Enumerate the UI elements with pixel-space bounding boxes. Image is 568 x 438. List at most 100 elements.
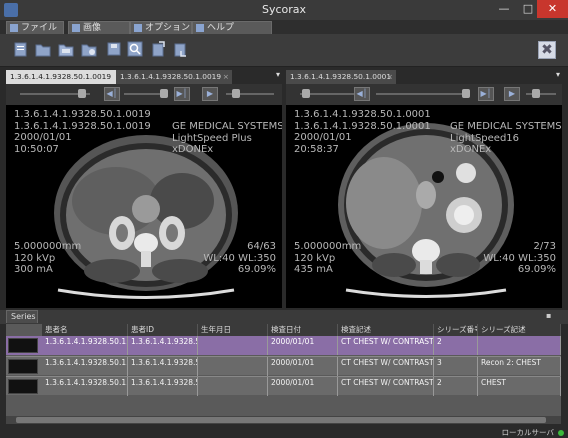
ct-image-right[interactable]: 1.3.6.1.4.1.9328.50.1.0001 1.3.6.1.4.1.93… [286,105,562,308]
viewer-pane-right[interactable]: ◀│ ▶│ ▶ 1.3.6.1.4.1.9328.50.1.0001 1.3.6.… [286,84,562,308]
overlay-top-left: 1.3.6.1.4.1.9328.50.1.0019 1.3.6.1.4.1.93… [14,109,151,155]
window-level-text: WL:40 WL:350 [203,252,276,264]
tab-dropdown-icon[interactable]: ▾ [276,70,280,79]
table-row[interactable]: 1.3.6.1.4.1.9328.50.1.0 1.3.6.1.4.1.9328… [6,336,561,355]
birth-date-cell [198,336,268,355]
series-table: 患者名 患者ID 生年月日 検査日付 検査記述 シリーズ番号 シリーズ記述 1.… [6,324,561,416]
image-index-text: 64/63 [247,241,276,252]
viewer-pane-left[interactable]: ◀│ ▶│ ▶ 1.3.6.1.4.1.9328.50.1.0019 1.3.6.… [6,84,282,308]
right-tab-strip: 1.3.6.1.4.1.9328.50.1.0001 × [286,70,562,84]
menu-file-label: ファイル [21,23,58,33]
menu-options[interactable]: オプション [130,21,192,34]
study-time-text: 10:50:07 [14,143,59,155]
left-tab-strip: 1.3.6.1.4.1.9328.50.1.0019 1.3.6.1.4.1.9… [6,70,282,84]
tab-close-icon[interactable]: × [223,70,229,84]
open-file-icon[interactable] [12,40,30,58]
cine-controls: ◀│ ▶│ ▶ [6,84,282,105]
tab-right-1[interactable]: 1.3.6.1.4.1.9328.50.1.0001 × [286,70,396,84]
series-description-cell: Recon 2: CHEST [478,357,561,376]
frame-slider-handle[interactable] [78,89,86,98]
zoom-slider-handle[interactable] [232,89,240,98]
kvp-text: 120 kVp [14,252,56,264]
speed-slider[interactable] [376,93,466,95]
menu-help[interactable]: ヘルプ [192,21,272,34]
speed-slider-handle[interactable] [462,89,470,98]
table-row[interactable]: 1.3.6.1.4.1.9328.50.1.0 1.3.6.1.4.1.9328… [6,376,561,396]
column-header-series-description[interactable]: シリーズ記述 [478,324,561,336]
overlay-bottom-left: 5.000000mm 120 kVp 435 mA [294,241,361,276]
overlay-bottom-right: 2/73 WL:40 WL:350 69.09% [483,241,556,276]
speed-slider[interactable] [124,93,164,95]
zoom-slider-handle[interactable] [532,89,540,98]
study-description-cell: CT CHEST W/ CONTRAST [338,357,434,376]
tab-label: 1.3.6.1.4.1.9328.50.1.0019 [10,72,112,81]
patient-id-cell: 1.3.6.1.4.1.9328.5 [128,377,198,396]
play-button[interactable]: ▶ [202,87,218,101]
horizontal-scrollbar[interactable] [6,416,561,424]
zoom-text: 69.09% [517,264,556,275]
column-header-series-number[interactable]: シリーズ番号 [434,324,478,336]
study-date-cell: 2000/01/01 [268,336,338,355]
tab-left-1[interactable]: 1.3.6.1.4.1.9328.50.1.0019 [6,70,116,84]
open-folder-icon[interactable] [34,40,52,58]
kvp-text: 120 kVp [294,252,336,264]
open-dicomdir-icon[interactable] [80,40,98,58]
minimize-button[interactable]: — [491,0,517,18]
manufacturer-text: GE MEDICAL SYSTEMS [450,121,562,132]
study-date-cell: 2000/01/01 [268,377,338,396]
frame-slider-handle[interactable] [302,89,310,98]
first-frame-button[interactable]: ◀│ [354,87,370,101]
title-bar: Sycorax — □ ✕ [0,0,568,21]
menu-file[interactable]: ファイル [6,21,64,34]
study-date-cell: 2000/01/01 [268,357,338,376]
table-row[interactable]: 1.3.6.1.4.1.9328.50.1.0 1.3.6.1.4.1.9328… [6,356,561,376]
help-menu-icon [196,24,204,32]
column-header-patient-id[interactable]: 患者ID [128,324,198,336]
birth-date-cell [198,357,268,376]
overlay-top-right: GE MEDICAL SYSTEMS LightSpeed16 xDONEx [450,121,562,156]
play-button[interactable]: ▶ [504,87,520,101]
ct-image-left[interactable]: 1.3.6.1.4.1.9328.50.1.0019 1.3.6.1.4.1.93… [6,105,282,308]
series-description-cell [478,336,561,355]
series-thumbnail [8,359,38,374]
export-icon[interactable] [150,40,168,58]
patient-name-cell: 1.3.6.1.4.1.9328.50.1.0 [42,377,128,396]
patient-id-text: 1.3.6.1.4.1.9328.50.1.0001 [294,120,431,132]
close-window-button[interactable]: ✕ [537,0,568,18]
tab-close-icon[interactable]: × [387,70,393,84]
column-header-birth-date[interactable]: 生年月日 [198,324,268,336]
series-panel-header [0,310,568,324]
slice-thickness-text: 5.000000mm [294,241,362,252]
overlay-top-left: 1.3.6.1.4.1.9328.50.1.0001 1.3.6.1.4.1.93… [294,109,431,155]
column-header-study-description[interactable]: 検査記述 [338,324,434,336]
search-icon[interactable] [126,40,144,58]
speed-slider-handle[interactable] [160,89,168,98]
overlay-bottom-right: 64/63 WL:40 WL:350 69.09% [203,241,276,276]
tab-dropdown-icon[interactable]: ▾ [556,70,560,79]
first-frame-button[interactable]: ◀│ [104,87,120,101]
study-description-cell: CT CHEST W/ CONTRAST [338,377,434,396]
institution-text: xDONEx [172,144,214,155]
series-thumbnail [8,379,38,394]
folder-icon[interactable] [57,40,75,58]
series-tab[interactable]: Series [6,310,38,323]
import-icon[interactable] [172,40,190,58]
patient-name-cell: 1.3.6.1.4.1.9328.50.1.0 [42,336,128,355]
pin-icon[interactable]: ▪ [546,311,551,320]
last-frame-button[interactable]: ▶│ [174,87,190,101]
column-header-patient-name[interactable]: 患者名 [42,324,128,336]
series-thumbnail [8,338,38,353]
scrollbar-thumb[interactable] [16,417,546,423]
zoom-slider[interactable] [526,93,556,95]
save-icon[interactable] [105,40,123,58]
patient-name-cell: 1.3.6.1.4.1.9328.50.1.0 [42,357,128,376]
menu-options-label: オプション [145,23,191,33]
last-frame-button[interactable]: ▶│ [478,87,494,101]
column-header-study-date[interactable]: 検査日付 [268,324,338,336]
tab-left-2[interactable]: 1.3.6.1.4.1.9328.50.1.0019 × [116,70,232,84]
ma-text: 435 mA [294,264,333,275]
file-menu-icon [10,24,18,32]
model-text: LightSpeed Plus [172,132,252,144]
menu-image[interactable]: 画像 [68,21,130,34]
close-icon[interactable]: ✖ [538,41,556,59]
